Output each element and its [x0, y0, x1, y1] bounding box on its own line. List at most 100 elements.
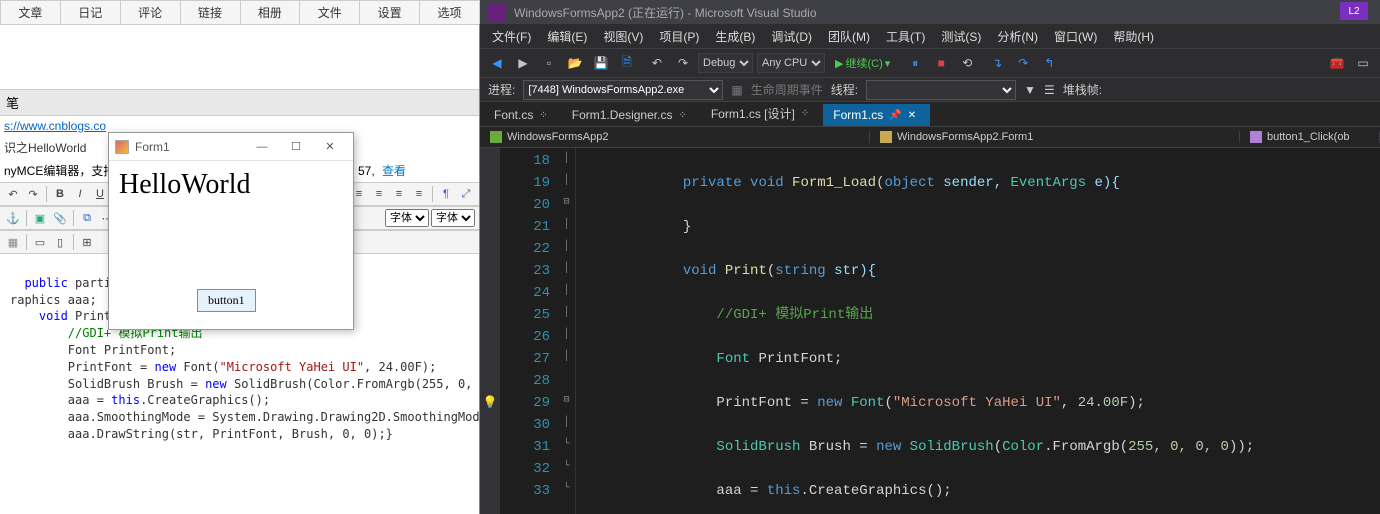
menu-edit[interactable]: 编辑(E): [541, 26, 593, 47]
thread-label: 线程:: [831, 81, 858, 98]
underline-icon[interactable]: U: [91, 185, 109, 203]
menu-build[interactable]: 生成(B): [709, 26, 761, 47]
code-body[interactable]: private void Form1_Load(object sender, E…: [576, 148, 1380, 514]
menu-help[interactable]: 帮助(H): [1107, 26, 1160, 47]
tab-file[interactable]: 文件: [299, 0, 360, 24]
lightbulb-icon[interactable]: 💡: [482, 392, 498, 414]
new-icon[interactable]: ▫: [538, 52, 560, 74]
restart-icon[interactable]: ⟲: [956, 52, 978, 74]
table-icon[interactable]: ▦: [4, 233, 22, 251]
view-link[interactable]: 查看: [382, 164, 406, 178]
align-center-icon[interactable]: ≡: [370, 185, 388, 203]
col-icon[interactable]: ▯: [51, 233, 69, 251]
step-out-icon[interactable]: ↰: [1038, 52, 1060, 74]
nav-fwd-icon[interactable]: ▶: [512, 52, 534, 74]
align-justify-icon[interactable]: ≡: [410, 185, 428, 203]
align-right-icon[interactable]: ≡: [390, 185, 408, 203]
url-link[interactable]: s://www.cnblogs.co: [4, 119, 106, 133]
platform-select[interactable]: Any CPU: [757, 53, 825, 73]
config-select[interactable]: Debug: [698, 53, 753, 73]
code-editor[interactable]: 💡 18192021 22232425 26272829 30313233 ││…: [480, 148, 1380, 514]
menu-window[interactable]: 窗口(W): [1048, 26, 1103, 47]
undo-icon[interactable]: ↶: [4, 185, 22, 203]
tab-diary[interactable]: 日记: [60, 0, 121, 24]
menu-team[interactable]: 团队(M): [822, 26, 876, 47]
insert-icon[interactable]: ⊞: [78, 233, 96, 251]
pin-icon[interactable]: 📌: [889, 110, 901, 121]
tab-settings[interactable]: 设置: [359, 0, 420, 24]
form1-titlebar[interactable]: Form1 — ☐ ✕: [109, 133, 353, 161]
undo-icon[interactable]: ↶: [646, 52, 668, 74]
hello-text: HelloWorld: [109, 161, 353, 209]
class-icon: [880, 131, 892, 143]
tab-form1-designer[interactable]: Form1.Designer.cs⁘: [562, 104, 701, 126]
tab-article[interactable]: 文章: [0, 0, 61, 24]
fold-margin[interactable]: ││⊟│││││││ ⊟│└└└: [558, 148, 576, 514]
italic-icon[interactable]: I: [71, 185, 89, 203]
menu-project[interactable]: 项目(P): [653, 26, 705, 47]
menu-test[interactable]: 测试(S): [935, 26, 987, 47]
vs-menubar: 文件(F) 编辑(E) 视图(V) 项目(P) 生成(B) 调试(D) 团队(M…: [480, 24, 1380, 48]
view-count: 57, 查看: [358, 162, 406, 179]
line-numbers: 18192021 22232425 26272829 30313233: [500, 148, 558, 514]
tab-form1-cs[interactable]: Form1.cs📌✕: [823, 104, 930, 126]
maximize-icon[interactable]: ☐: [279, 135, 313, 159]
open-icon[interactable]: 📂: [564, 52, 586, 74]
vs-account-badge[interactable]: L2: [1340, 2, 1368, 20]
pin-icon[interactable]: ⁘: [539, 110, 547, 121]
nav-member[interactable]: button1_Click(ob: [1240, 131, 1380, 143]
save-icon[interactable]: 💾: [590, 52, 612, 74]
menu-file[interactable]: 文件(F): [486, 26, 537, 47]
toolbox-icon[interactable]: 🧰: [1326, 52, 1348, 74]
special-icon[interactable]: ¶: [437, 185, 455, 203]
anchor-icon[interactable]: ⚓: [4, 209, 22, 227]
vs-toolbar: ◀ ▶ ▫ 📂 💾 🗎 ↶ ↷ Debug Any CPU ▶ 继续(C) ▾ …: [480, 48, 1380, 78]
lifecycle-icon[interactable]: ▦: [731, 83, 742, 97]
method-icon: [1250, 131, 1262, 143]
bold-icon[interactable]: B: [51, 185, 69, 203]
process-select[interactable]: [7448] WindowsFormsApp2.exe: [523, 80, 723, 100]
tab-font-cs[interactable]: Font.cs⁘: [484, 104, 562, 126]
window-icon[interactable]: ▭: [1352, 52, 1374, 74]
form1-window[interactable]: Form1 — ☐ ✕ HelloWorld button1: [108, 132, 354, 330]
font-select-1[interactable]: 字体: [385, 209, 429, 227]
menu-debug[interactable]: 调试(D): [765, 26, 818, 47]
stop-icon[interactable]: ■: [930, 52, 952, 74]
tab-form1-design[interactable]: Form1.cs [设计]⁘: [701, 101, 823, 126]
expand-icon[interactable]: ⤢: [457, 185, 475, 203]
vs-titlebar[interactable]: WindowsFormsApp2 (正在运行) - Microsoft Visu…: [480, 0, 1380, 24]
nav-back-icon[interactable]: ◀: [486, 52, 508, 74]
pin-icon[interactable]: ⁘: [678, 110, 686, 121]
menu-view[interactable]: 视图(V): [597, 26, 649, 47]
step-into-icon[interactable]: ↴: [986, 52, 1008, 74]
close-icon[interactable]: ✕: [313, 135, 347, 159]
saveall-icon[interactable]: 🗎: [616, 52, 638, 74]
attach-icon[interactable]: 📎: [51, 209, 69, 227]
continue-button[interactable]: ▶ 继续(C) ▾: [829, 55, 896, 71]
tab-comment[interactable]: 评论: [120, 0, 181, 24]
redo-icon[interactable]: ↷: [24, 185, 42, 203]
button1[interactable]: button1: [197, 289, 256, 312]
blog-editor-panel: 文章 日记 评论 链接 相册 文件 设置 选项 笔 s://www.cnblog…: [0, 0, 480, 514]
section-title: 笔: [0, 89, 479, 116]
row-icon[interactable]: ▭: [31, 233, 49, 251]
menu-tools[interactable]: 工具(T): [880, 26, 931, 47]
nav-class[interactable]: WindowsFormsApp2.Form1: [870, 131, 1240, 143]
stack-icon[interactable]: ☰: [1044, 83, 1055, 97]
thread-select[interactable]: [866, 80, 1016, 100]
minimize-icon[interactable]: —: [245, 135, 279, 159]
pin-icon[interactable]: ⁘: [801, 108, 809, 119]
tab-album[interactable]: 相册: [240, 0, 301, 24]
close-icon[interactable]: ✕: [908, 110, 916, 121]
tab-link[interactable]: 链接: [180, 0, 241, 24]
image-icon[interactable]: ▣: [31, 209, 49, 227]
nav-project[interactable]: WindowsFormsApp2: [480, 131, 870, 143]
tab-options[interactable]: 选项: [419, 0, 480, 24]
pause-icon[interactable]: ⏸: [904, 52, 926, 74]
redo-icon[interactable]: ↷: [672, 52, 694, 74]
menu-analyze[interactable]: 分析(N): [991, 26, 1044, 47]
filter-icon[interactable]: ▼: [1024, 83, 1036, 97]
code-icon[interactable]: ⧉: [78, 209, 96, 227]
font-select-2[interactable]: 字体: [431, 209, 475, 227]
step-over-icon[interactable]: ↷: [1012, 52, 1034, 74]
